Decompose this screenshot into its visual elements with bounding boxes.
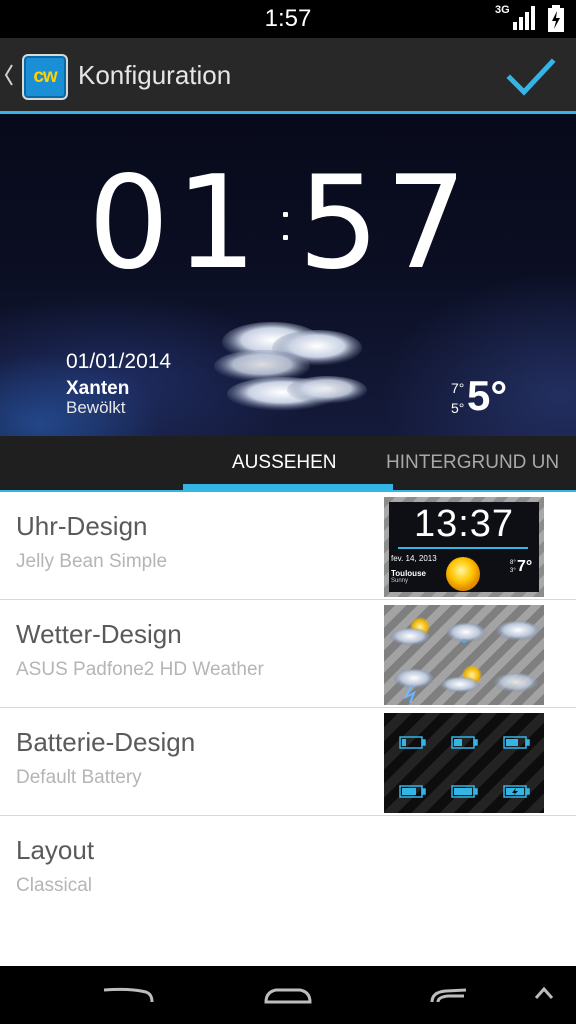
widget-preview: 01 57 01/01/2014 Xanten Bewölkt 7° 5° 5° [0, 114, 576, 436]
battery-design-thumbnail [384, 713, 544, 813]
battery-charging-icon [548, 5, 564, 32]
status-time: 1:57 [264, 5, 312, 32]
clock-colon [283, 212, 289, 244]
preview-temp-high: 7° [451, 380, 465, 396]
thumb-low: 3° [510, 568, 516, 574]
setting-subtitle: Jelly Bean Simple [16, 551, 168, 572]
setting-title: Wetter-Design [16, 619, 182, 649]
page-title: Konfiguration [78, 60, 232, 90]
setting-wetter-design[interactable]: Wetter-Design ASUS Padfone2 HD Weather [0, 600, 576, 708]
cloud-icon [214, 322, 367, 411]
setting-subtitle: Default Battery [16, 767, 142, 788]
thumb-divider [398, 547, 528, 549]
thumb-condition: Sunny [391, 578, 409, 584]
preview-clock: 01 57 [0, 154, 576, 294]
recent-apps-icon[interactable] [424, 980, 480, 1010]
preview-temp-current: 5° [467, 372, 508, 419]
setting-title: Batterie-Design [16, 727, 196, 757]
thumb-high: 8° [510, 560, 516, 566]
status-bar: 1:57 3G [0, 0, 576, 38]
weather-icons-preview [390, 617, 540, 704]
setting-subtitle: Classical [16, 875, 93, 896]
setting-uhr-design[interactable]: Uhr-Design Jelly Bean Simple 13:37 fev. … [0, 492, 576, 600]
settings-list: Uhr-Design Jelly Bean Simple 13:37 fev. … [0, 492, 576, 966]
thumb-clock: 13:37 [413, 503, 515, 545]
app-screen: 1:57 3G cw Konfiguration 01 57 01/01/201… [0, 0, 576, 1024]
setting-subtitle: ASUS Padfone2 HD Weather [16, 659, 264, 680]
up-navigation-button[interactable] [2, 58, 16, 92]
app-logo[interactable]: cw [22, 54, 68, 100]
back-icon[interactable] [100, 980, 156, 1010]
preview-temp-low: 5° [451, 400, 465, 416]
clock-design-thumbnail: 13:37 fev. 14, 2013 Toulouse Sunny 8° 3°… [384, 497, 544, 597]
preview-city: Xanten [66, 378, 130, 399]
navigation-bar [0, 966, 576, 1024]
setting-layout[interactable]: Layout Classical [0, 816, 576, 924]
menu-chevron-up-icon[interactable] [534, 986, 554, 1000]
preview-condition: Bewölkt [66, 398, 126, 417]
thumb-temp: 7° [517, 558, 533, 575]
tab-hintergrund[interactable]: HINTERGRUND UN [386, 452, 559, 474]
setting-batterie-design[interactable]: Batterie-Design Default Battery [0, 708, 576, 816]
setting-title: Uhr-Design [16, 511, 148, 541]
clock-minutes: 57 [298, 149, 473, 298]
home-icon[interactable] [260, 980, 316, 1010]
app-logo-text: cw [33, 66, 57, 87]
weather-design-thumbnail [384, 605, 544, 705]
sun-icon [446, 557, 480, 591]
network-type: 3G [495, 4, 510, 16]
clock-hours: 01 [88, 149, 263, 298]
thumb-city: Toulouse [391, 569, 426, 578]
action-bar: cw Konfiguration [0, 38, 576, 114]
thumb-date: fev. 14, 2013 [391, 554, 437, 563]
signal-icon [513, 6, 535, 30]
tab-bar: AUSSEHEN HINTERGRUND UN [0, 436, 576, 492]
checkmark-icon[interactable] [506, 56, 556, 98]
setting-title: Layout [16, 835, 95, 865]
battery-icons-preview [399, 736, 530, 798]
preview-date: 01/01/2014 [66, 350, 172, 373]
tab-aussehen[interactable]: AUSSEHEN [232, 452, 337, 474]
chevron-left-icon [4, 64, 13, 86]
